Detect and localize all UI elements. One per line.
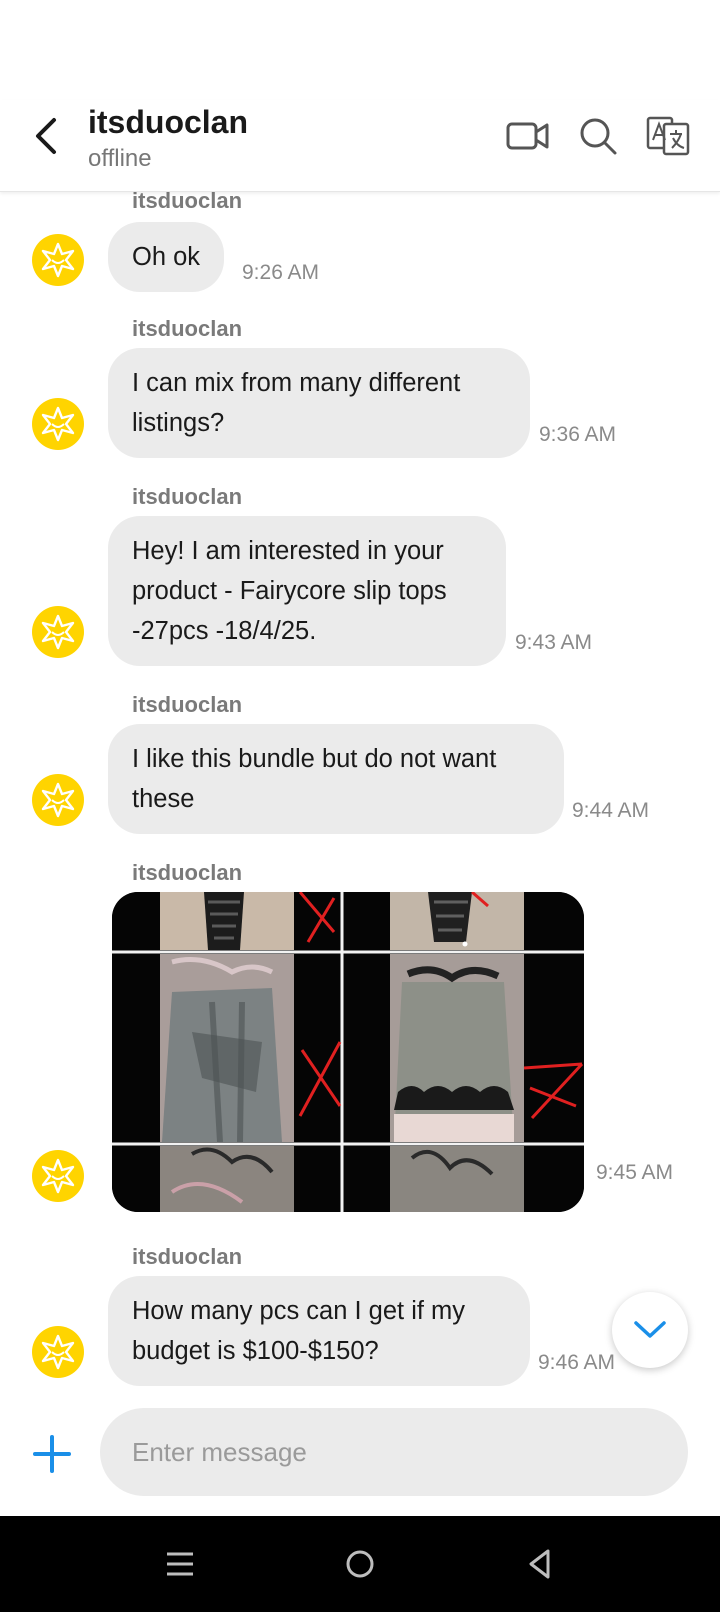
chevron-down-icon bbox=[634, 1321, 666, 1338]
product-photo-image bbox=[112, 892, 584, 1212]
message-bubble[interactable]: I like this bundle but do not want these bbox=[108, 724, 564, 834]
search-icon bbox=[580, 118, 617, 155]
star-burst-avatar-icon bbox=[41, 406, 75, 442]
chevron-left-icon bbox=[36, 118, 56, 154]
message-timestamp: 9:43 AM bbox=[515, 631, 593, 654]
menu-icon bbox=[167, 1552, 193, 1576]
sender-name: itsduoclan bbox=[132, 484, 243, 509]
back-triangle-icon bbox=[529, 1549, 550, 1579]
plus-icon bbox=[33, 1435, 71, 1473]
message-text-line: budget is $100-$150? bbox=[132, 1337, 379, 1365]
sender-name: itsduoclan bbox=[132, 192, 243, 213]
message-text-line: I can mix from many different bbox=[132, 369, 461, 397]
avatar[interactable] bbox=[32, 774, 84, 826]
avatar[interactable] bbox=[32, 234, 84, 286]
translate-icon bbox=[646, 116, 690, 156]
message-timestamp: 9:44 AM bbox=[572, 799, 650, 822]
message-text-line: I like this bundle but do not want bbox=[132, 745, 497, 773]
star-burst-avatar-icon bbox=[41, 242, 75, 278]
message-text: Oh ok bbox=[132, 243, 201, 271]
scroll-to-bottom-button[interactable] bbox=[612, 1292, 688, 1368]
contact-status: offline bbox=[88, 145, 152, 172]
star-burst-avatar-icon bbox=[41, 1334, 75, 1370]
chat-header: itsduoclan offline bbox=[0, 100, 720, 192]
home-button[interactable] bbox=[336, 1540, 384, 1588]
message-text-line: How many pcs can I get if my bbox=[132, 1297, 466, 1325]
status-bar bbox=[0, 0, 720, 100]
message-composer bbox=[0, 1406, 720, 1516]
system-navigation-bar bbox=[0, 1516, 720, 1612]
message-input[interactable] bbox=[100, 1408, 688, 1496]
message-text-line: these bbox=[132, 785, 195, 813]
message-timestamp: 9:36 AM bbox=[539, 423, 617, 446]
recent-apps-button[interactable] bbox=[156, 1540, 204, 1588]
message-text-line: -27pcs -18/4/25. bbox=[132, 617, 317, 645]
video-camera-icon bbox=[506, 122, 549, 150]
message-bubble[interactable]: Hey! I am interested in your product - F… bbox=[108, 516, 506, 666]
sender-name: itsduoclan bbox=[132, 860, 243, 885]
message-bubble[interactable]: How many pcs can I get if my budget is $… bbox=[108, 1276, 530, 1386]
message-text-line: product - Fairycore slip tops bbox=[132, 577, 447, 605]
avatar[interactable] bbox=[32, 398, 84, 450]
nav-back-button[interactable] bbox=[516, 1540, 564, 1588]
add-attachment-button[interactable] bbox=[30, 1432, 74, 1476]
home-circle-icon bbox=[346, 1550, 374, 1578]
product-photo-collage[interactable] bbox=[112, 892, 584, 1212]
message-timestamp: 9:45 AM bbox=[596, 1161, 674, 1184]
search-button[interactable] bbox=[574, 114, 622, 158]
message-timestamp: 9:26 AM bbox=[242, 261, 320, 284]
back-button[interactable] bbox=[26, 114, 66, 158]
sender-name: itsduoclan bbox=[132, 316, 243, 341]
message-bubble[interactable]: Oh ok bbox=[108, 222, 225, 292]
star-burst-avatar-icon bbox=[41, 614, 75, 650]
video-call-button[interactable] bbox=[504, 114, 552, 158]
message-text-line: listings? bbox=[132, 409, 225, 437]
avatar[interactable] bbox=[32, 1150, 84, 1202]
message-text-line: Hey! I am interested in your bbox=[132, 537, 444, 565]
avatar[interactable] bbox=[32, 606, 84, 658]
star-burst-avatar-icon bbox=[41, 1158, 75, 1194]
sender-name: itsduoclan bbox=[132, 1244, 243, 1269]
sender-name: itsduoclan bbox=[132, 692, 243, 717]
contact-info[interactable]: itsduoclan offline bbox=[88, 102, 248, 174]
avatar[interactable] bbox=[32, 1326, 84, 1378]
message-bubble[interactable]: I can mix from many different listings? bbox=[108, 348, 530, 458]
translate-button[interactable] bbox=[644, 114, 692, 158]
contact-name: itsduoclan bbox=[88, 104, 249, 140]
star-burst-avatar-icon bbox=[41, 782, 75, 818]
message-list[interactable]: itsduoclan Oh ok 9:26 AM itsduoclan I ca… bbox=[0, 192, 720, 1406]
message-timestamp: 9:46 AM bbox=[538, 1351, 616, 1374]
